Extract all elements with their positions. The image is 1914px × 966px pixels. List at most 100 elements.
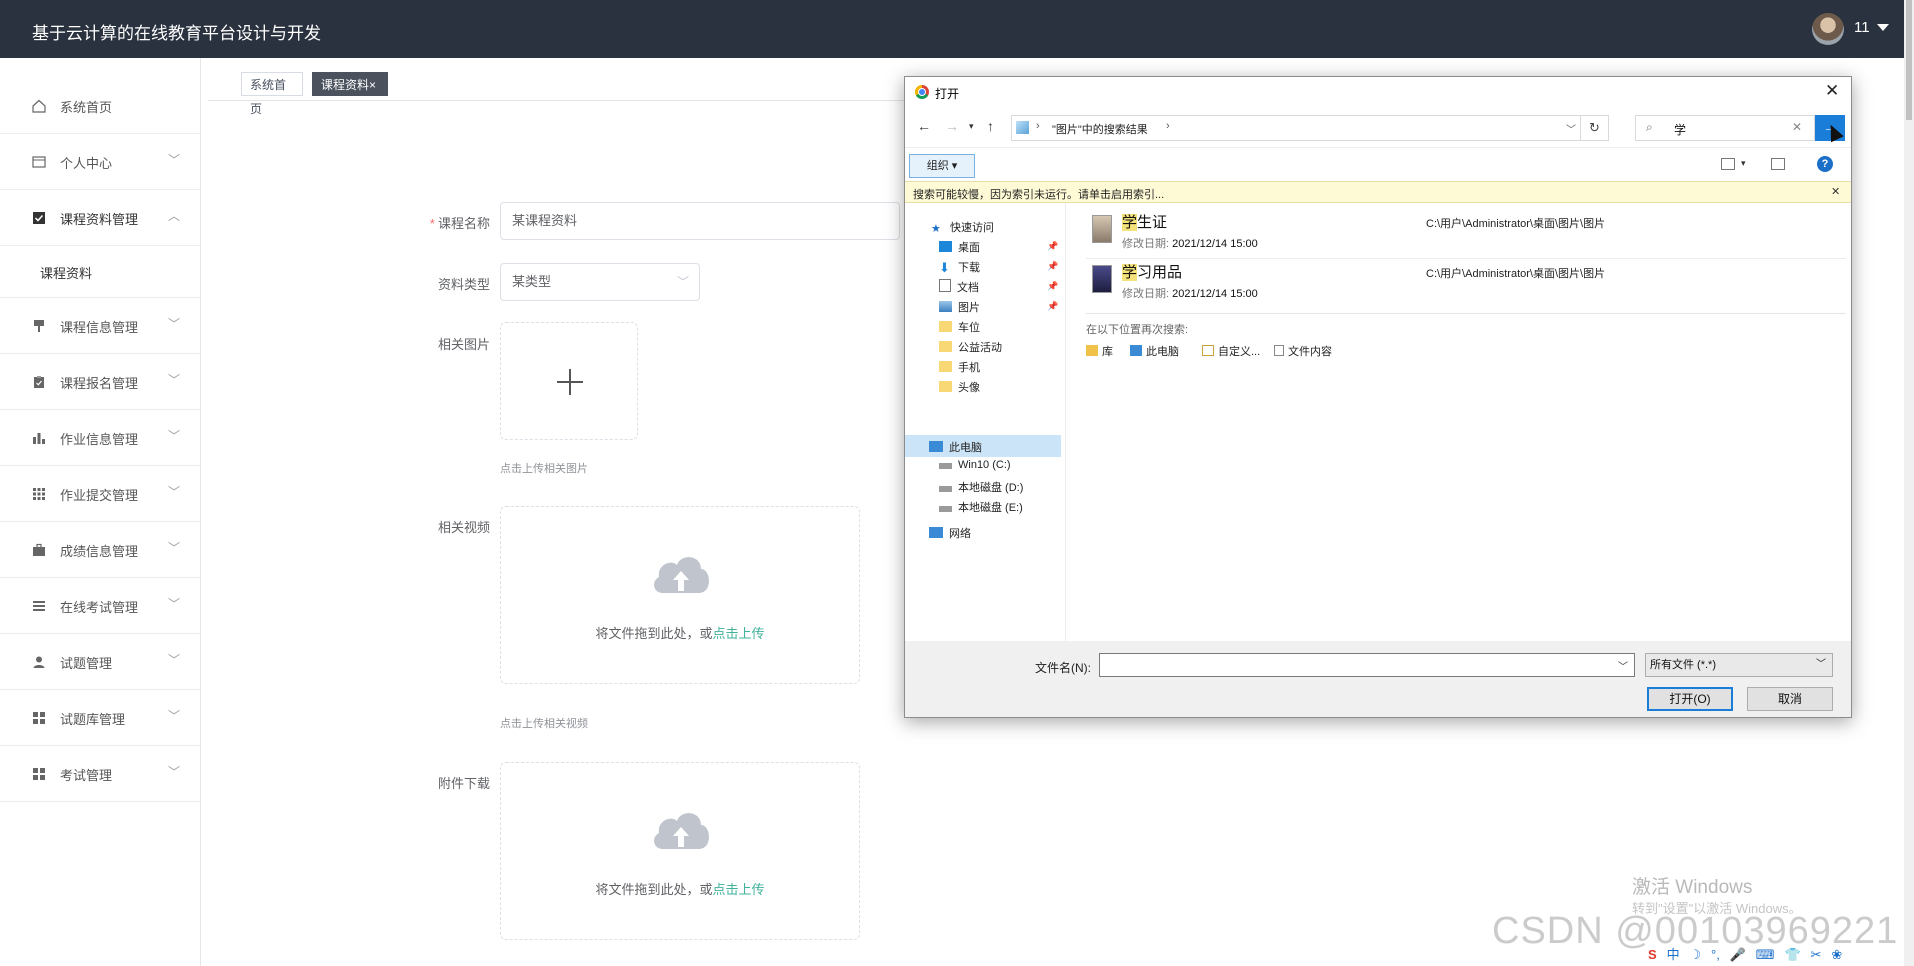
result-item[interactable]: 学习用品 修改日期: 2021/12/14 15:00 C:\用户\Admini… — [1086, 259, 1846, 307]
network-icon — [929, 527, 943, 538]
nav-drive-d[interactable]: 本地磁盘 (D:) — [939, 479, 1023, 495]
chevron-down-icon[interactable]: ▾ — [1741, 158, 1746, 169]
sidebar-item-label: 系统首页 — [60, 100, 113, 115]
sidebar-item-homework-submit[interactable]: 作业提交管理 ﹀ — [0, 466, 200, 522]
sidebar: 系统首页 个人中心 ﹀ 课程资料管理 ︿ 课程资料 课程信息管理 ﹀ 课程报名管… — [0, 58, 201, 966]
sidebar-item-home[interactable]: 系统首页 — [0, 78, 200, 134]
computer-icon — [929, 441, 943, 452]
nav-drive-e[interactable]: 本地磁盘 (E:) — [939, 499, 1023, 515]
sidebar-item-exams[interactable]: 考试管理 ﹀ — [0, 746, 200, 802]
ime-chinese-icon[interactable]: 中 — [1667, 944, 1680, 963]
file-type-select[interactable]: 所有文件 (*.*) ﹀ — [1645, 653, 1833, 677]
course-name-input[interactable]: 某课程资料 — [500, 202, 900, 240]
user-menu-caret-icon[interactable] — [1877, 24, 1889, 31]
filename-input[interactable]: ﹀ — [1099, 653, 1635, 677]
sidebar-subitem-course-materials[interactable]: 课程资料 — [0, 246, 200, 298]
search-again-this-pc[interactable]: 此电脑 — [1130, 343, 1179, 359]
toolbox-icon[interactable]: ✂ — [1811, 947, 1822, 963]
cloud-upload-icon — [654, 557, 709, 593]
recent-dropdown-icon[interactable]: ▾ — [969, 121, 974, 132]
clipboard-icon — [34, 376, 44, 388]
address-bar[interactable]: › "图片"中的搜索结果 › ﹀ — [1011, 115, 1581, 141]
result-item[interactable]: 学生证 修改日期: 2021/12/14 15:00 C:\用户\Adminis… — [1086, 209, 1846, 257]
nav-item-desktop[interactable]: 桌面 — [939, 239, 980, 255]
breadcrumb[interactable]: "图片"中的搜索结果 — [1052, 121, 1148, 137]
nav-item-documents[interactable]: 文档 — [939, 279, 979, 295]
forward-arrow-icon[interactable]: → — [945, 118, 959, 134]
view-options-icon[interactable] — [1721, 158, 1735, 170]
settings-icon[interactable]: ❀ — [1831, 947, 1842, 963]
attachment-upload-dragger[interactable]: 将文件拖到此处，或点击上传 — [500, 762, 860, 940]
chevron-down-icon[interactable]: ﹀ — [1566, 121, 1576, 136]
sidebar-item-course-materials[interactable]: 课程资料管理 ︿ — [0, 190, 200, 246]
sidebar-item-label: 课程资料管理 — [60, 212, 139, 227]
close-icon[interactable]: ✕ — [1825, 81, 1839, 101]
sidebar-item-homework-info[interactable]: 作业信息管理 ﹀ — [0, 410, 200, 466]
chevron-down-icon: ﹀ — [168, 485, 181, 499]
close-icon[interactable]: ✕ — [1831, 185, 1840, 198]
nav-item-pictures[interactable]: 图片 — [939, 299, 980, 315]
microphone-icon[interactable]: 🎤 — [1730, 947, 1746, 963]
search-again-file-contents[interactable]: 文件内容 — [1274, 343, 1332, 359]
dialog-nav-bar: ← → ▾ ↑ › "图片"中的搜索结果 › ﹀ ↻ ⌕ 学 ✕ → — [905, 107, 1851, 147]
nav-network[interactable]: 网络 — [929, 525, 971, 541]
sidebar-item-grades[interactable]: 成绩信息管理 ﹀ — [0, 522, 200, 578]
moon-icon[interactable]: ☽ — [1689, 947, 1701, 963]
apps-icon — [33, 712, 45, 724]
sidebar-item-enrollment[interactable]: 课程报名管理 ﹀ — [0, 354, 200, 410]
nav-item-folder[interactable]: 手机 — [939, 359, 980, 375]
nav-drive-c[interactable]: Win10 (C:) — [939, 459, 1011, 471]
sidebar-item-course-info[interactable]: 课程信息管理 ﹀ — [0, 298, 200, 354]
video-upload-dragger[interactable]: 将文件拖到此处，或点击上传 — [500, 506, 860, 684]
pin-icon: 📌 — [1047, 241, 1059, 251]
nav-item-folder[interactable]: 头像 — [939, 379, 980, 395]
back-arrow-icon[interactable]: ← — [917, 118, 931, 134]
material-type-select[interactable]: 某类型 ﹀ — [500, 263, 700, 301]
cancel-button[interactable]: 取消 — [1747, 687, 1833, 711]
preview-pane-icon[interactable] — [1771, 158, 1785, 170]
scrollbar-thumb[interactable] — [1906, 0, 1912, 120]
nav-item-downloads[interactable]: ⬇ 下载 — [939, 259, 980, 275]
search-again-libraries[interactable]: 库 — [1086, 343, 1113, 359]
avatar[interactable] — [1812, 13, 1844, 45]
up-arrow-icon[interactable]: ↑ — [987, 118, 994, 134]
nav-quick-access[interactable]: ★ 快速访问 — [931, 219, 994, 235]
dialog-titlebar[interactable]: 打开 ✕ — [905, 77, 1851, 107]
sidebar-item-questions[interactable]: 试题管理 ﹀ — [0, 634, 200, 690]
clear-icon[interactable]: ✕ — [1792, 120, 1802, 134]
nav-item-folder[interactable]: 车位 — [939, 319, 980, 335]
chevron-down-icon[interactable]: ﹀ — [1618, 658, 1628, 673]
sidebar-item-label: 作业提交管理 — [60, 488, 139, 503]
punctuation-icon[interactable]: °, — [1711, 947, 1720, 962]
page-scrollbar[interactable] — [1904, 0, 1914, 966]
search-input[interactable]: ⌕ 学 ✕ — [1635, 115, 1815, 141]
video-label: 相关视频 — [437, 520, 490, 535]
sidebar-item-label: 试题管理 — [60, 656, 113, 671]
chrome-icon — [915, 85, 929, 99]
click-upload-link[interactable]: 点击上传 — [713, 882, 765, 897]
click-upload-link[interactable]: 点击上传 — [713, 626, 765, 641]
sidebar-item-online-exam[interactable]: 在线考试管理 ﹀ — [0, 578, 200, 634]
nav-this-pc[interactable]: 此电脑 — [929, 439, 982, 455]
refresh-icon[interactable]: ↻ — [1581, 115, 1609, 141]
help-icon[interactable]: ? — [1817, 156, 1833, 172]
tab-course-materials[interactable]: 课程资料× — [312, 72, 388, 96]
open-button[interactable]: 打开(O) — [1647, 687, 1733, 711]
ime-logo-icon[interactable]: S — [1648, 947, 1657, 962]
nav-item-folder[interactable]: 公益活动 — [939, 339, 1002, 355]
image-upload-card[interactable] — [500, 322, 638, 440]
index-warning-bar[interactable]: 搜索可能较慢，因为索引未运行。请单击启用索引... ✕ — [905, 181, 1851, 203]
tab-home[interactable]: 系统首页 — [241, 72, 303, 116]
sidebar-item-profile[interactable]: 个人中心 ﹀ — [0, 134, 200, 190]
sidebar-item-question-bank[interactable]: 试题库管理 ﹀ — [0, 690, 200, 746]
keyboard-icon[interactable]: ⌨ — [1756, 947, 1775, 963]
organize-button[interactable]: 组织 ▾ — [909, 154, 975, 178]
file-modified-date: 修改日期: 2021/12/14 15:00 — [1122, 288, 1258, 300]
chevron-right-icon[interactable]: › — [1166, 120, 1170, 132]
search-again-custom[interactable]: 自定义... — [1202, 343, 1260, 359]
cloud-upload-icon — [654, 813, 709, 849]
pin-icon: 📌 — [1047, 281, 1059, 291]
file-path: C:\用户\Administrator\桌面\图片\图片 — [1426, 268, 1606, 280]
skin-icon[interactable]: 👕 — [1784, 947, 1800, 963]
user-name[interactable]: 11 — [1854, 19, 1870, 36]
